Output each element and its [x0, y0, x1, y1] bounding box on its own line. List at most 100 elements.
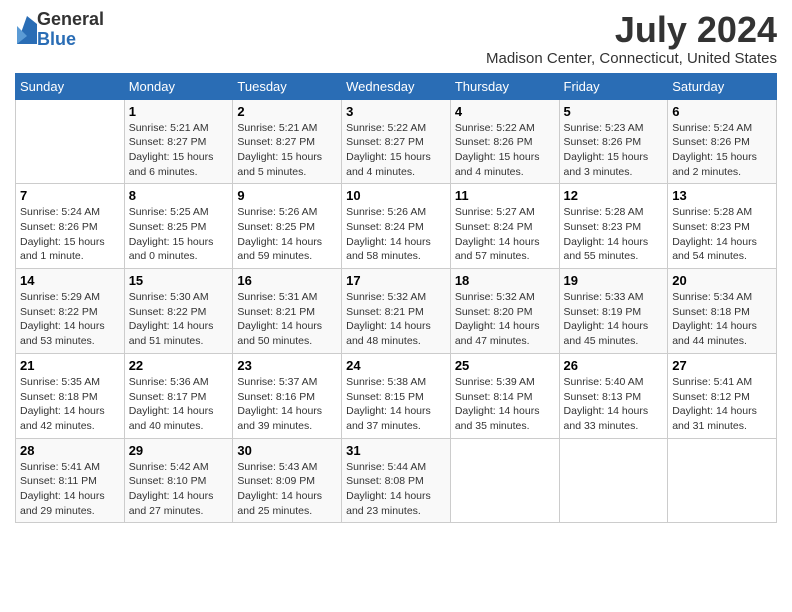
header-cell-sunday: Sunday — [16, 73, 125, 99]
cell-info: Sunrise: 5:35 AM Sunset: 8:18 PM Dayligh… — [20, 375, 120, 434]
day-number: 18 — [455, 273, 555, 288]
calendar-cell: 11Sunrise: 5:27 AM Sunset: 8:24 PM Dayli… — [450, 184, 559, 269]
header-cell-tuesday: Tuesday — [233, 73, 342, 99]
cell-info: Sunrise: 5:24 AM Sunset: 8:26 PM Dayligh… — [672, 121, 772, 180]
day-number: 23 — [237, 358, 337, 373]
calendar-row: 1Sunrise: 5:21 AM Sunset: 8:27 PM Daylig… — [16, 99, 777, 184]
header-cell-wednesday: Wednesday — [342, 73, 451, 99]
calendar-cell: 25 Sunrise: 5:39 AM Sunset: 8:14 PM Dayli… — [450, 353, 559, 438]
cell-info: Sunrise: 5:24 AM Sunset: 8:26 PM Dayligh… — [20, 205, 120, 264]
calendar-cell — [450, 438, 559, 523]
cell-info: Sunrise: 5:28 AM Sunset: 8:23 PM Dayligh… — [564, 205, 664, 264]
cell-info: Sunrise: 5:41 AM Sunset: 8:12 PM Dayligh… — [672, 375, 772, 434]
cell-info: Sunrise: 5:33 AM Sunset: 8:19 PM Dayligh… — [564, 290, 664, 349]
cell-info: Sunrise: 5:34 AM Sunset: 8:18 PM Dayligh… — [672, 290, 772, 349]
day-number: 25 — [455, 358, 555, 373]
calendar-cell: 30 Sunrise: 5:43 AM Sunset: 8:09 PM Dayli… — [233, 438, 342, 523]
main-title: July 2024 — [486, 10, 777, 50]
cell-info: Sunrise: 5:22 AM Sunset: 8:27 PM Dayligh… — [346, 121, 446, 180]
day-number: 13 — [672, 188, 772, 203]
calendar-cell — [559, 438, 668, 523]
day-number: 19 — [564, 273, 664, 288]
header-row: SundayMondayTuesdayWednesdayThursdayFrid… — [16, 73, 777, 99]
day-number: 12 — [564, 188, 664, 203]
cell-info: Sunrise: 5:31 AM Sunset: 8:21 PM Dayligh… — [237, 290, 337, 349]
cell-info: Sunrise: 5:37 AM Sunset: 8:16 PM Dayligh… — [237, 375, 337, 434]
calendar-cell: 29 Sunrise: 5:42 AM Sunset: 8:10 PM Dayli… — [124, 438, 233, 523]
day-number: 28 — [20, 443, 120, 458]
day-number: 17 — [346, 273, 446, 288]
day-number: 21 — [20, 358, 120, 373]
cell-info: Sunrise: 5:30 AM Sunset: 8:22 PM Dayligh… — [129, 290, 229, 349]
cell-info: Sunrise: 5:28 AM Sunset: 8:23 PM Dayligh… — [672, 205, 772, 264]
calendar-cell: 8 Sunrise: 5:25 AM Sunset: 8:25 PM Daylig… — [124, 184, 233, 269]
cell-info: Sunrise: 5:27 AM Sunset: 8:24 PM Dayligh… — [455, 205, 555, 264]
header: General Blue July 2024 Madison Center, C… — [15, 10, 777, 67]
day-number: 5 — [564, 104, 664, 119]
day-number: 14 — [20, 273, 120, 288]
cell-info: Sunrise: 5:38 AM Sunset: 8:15 PM Dayligh… — [346, 375, 446, 434]
day-number: 31 — [346, 443, 446, 458]
calendar-cell: 2Sunrise: 5:21 AM Sunset: 8:27 PM Daylig… — [233, 99, 342, 184]
calendar-cell: 10 Sunrise: 5:26 AM Sunset: 8:24 PM Dayli… — [342, 184, 451, 269]
calendar-table: SundayMondayTuesdayWednesdayThursdayFrid… — [15, 73, 777, 524]
title-area: July 2024 Madison Center, Connecticut, U… — [486, 10, 777, 67]
calendar-cell: 9 Sunrise: 5:26 AM Sunset: 8:25 PM Daylig… — [233, 184, 342, 269]
calendar-cell: 5Sunrise: 5:23 AM Sunset: 8:26 PM Daylig… — [559, 99, 668, 184]
calendar-row: 14Sunrise: 5:29 AM Sunset: 8:22 PM Dayli… — [16, 269, 777, 354]
day-number: 30 — [237, 443, 337, 458]
day-number: 29 — [129, 443, 229, 458]
calendar-cell: 13 Sunrise: 5:28 AM Sunset: 8:23 PM Dayli… — [668, 184, 777, 269]
cell-info: Sunrise: 5:26 AM Sunset: 8:24 PM Dayligh… — [346, 205, 446, 264]
subtitle: Madison Center, Connecticut, United Stat… — [486, 50, 777, 67]
day-number: 26 — [564, 358, 664, 373]
calendar-cell: 7 Sunrise: 5:24 AM Sunset: 8:26 PM Daylig… — [16, 184, 125, 269]
day-number: 2 — [237, 104, 337, 119]
calendar-cell: 24Sunrise: 5:38 AM Sunset: 8:15 PM Dayli… — [342, 353, 451, 438]
cell-info: Sunrise: 5:42 AM Sunset: 8:10 PM Dayligh… — [129, 460, 229, 519]
logo-text: General Blue — [37, 10, 104, 50]
day-number: 3 — [346, 104, 446, 119]
calendar-row: 21 Sunrise: 5:35 AM Sunset: 8:18 PM Dayli… — [16, 353, 777, 438]
calendar-cell: 16 Sunrise: 5:31 AM Sunset: 8:21 PM Dayli… — [233, 269, 342, 354]
cell-info: Sunrise: 5:44 AM Sunset: 8:08 PM Dayligh… — [346, 460, 446, 519]
cell-info: Sunrise: 5:40 AM Sunset: 8:13 PM Dayligh… — [564, 375, 664, 434]
day-number: 10 — [346, 188, 446, 203]
calendar-cell: 12 Sunrise: 5:28 AM Sunset: 8:23 PM Dayli… — [559, 184, 668, 269]
calendar-cell: 26 Sunrise: 5:40 AM Sunset: 8:13 PM Dayli… — [559, 353, 668, 438]
cell-info: Sunrise: 5:26 AM Sunset: 8:25 PM Dayligh… — [237, 205, 337, 264]
logo-blue: Blue — [37, 30, 104, 50]
calendar-cell: 15 Sunrise: 5:30 AM Sunset: 8:22 PM Dayli… — [124, 269, 233, 354]
calendar-cell: 28Sunrise: 5:41 AM Sunset: 8:11 PM Dayli… — [16, 438, 125, 523]
calendar-cell: 23 Sunrise: 5:37 AM Sunset: 8:16 PM Dayli… — [233, 353, 342, 438]
cell-info: Sunrise: 5:43 AM Sunset: 8:09 PM Dayligh… — [237, 460, 337, 519]
calendar-cell: 31 Sunrise: 5:44 AM Sunset: 8:08 PM Dayli… — [342, 438, 451, 523]
calendar-cell — [668, 438, 777, 523]
day-number: 8 — [129, 188, 229, 203]
calendar-row: 7 Sunrise: 5:24 AM Sunset: 8:26 PM Daylig… — [16, 184, 777, 269]
day-number: 15 — [129, 273, 229, 288]
day-number: 16 — [237, 273, 337, 288]
calendar-cell: 27Sunrise: 5:41 AM Sunset: 8:12 PM Dayli… — [668, 353, 777, 438]
calendar-cell — [16, 99, 125, 184]
calendar-cell: 22Sunrise: 5:36 AM Sunset: 8:17 PM Dayli… — [124, 353, 233, 438]
calendar-cell: 14Sunrise: 5:29 AM Sunset: 8:22 PM Dayli… — [16, 269, 125, 354]
calendar-cell: 20Sunrise: 5:34 AM Sunset: 8:18 PM Dayli… — [668, 269, 777, 354]
page-container: General Blue July 2024 Madison Center, C… — [0, 0, 792, 533]
cell-info: Sunrise: 5:39 AM Sunset: 8:14 PM Dayligh… — [455, 375, 555, 434]
cell-info: Sunrise: 5:25 AM Sunset: 8:25 PM Dayligh… — [129, 205, 229, 264]
calendar-cell: 4Sunrise: 5:22 AM Sunset: 8:26 PM Daylig… — [450, 99, 559, 184]
calendar-body: 1Sunrise: 5:21 AM Sunset: 8:27 PM Daylig… — [16, 99, 777, 523]
calendar-cell: 18 Sunrise: 5:32 AM Sunset: 8:20 PM Dayli… — [450, 269, 559, 354]
logo-general: General — [37, 10, 104, 30]
header-cell-thursday: Thursday — [450, 73, 559, 99]
cell-info: Sunrise: 5:32 AM Sunset: 8:21 PM Dayligh… — [346, 290, 446, 349]
cell-info: Sunrise: 5:32 AM Sunset: 8:20 PM Dayligh… — [455, 290, 555, 349]
day-number: 9 — [237, 188, 337, 203]
day-number: 6 — [672, 104, 772, 119]
calendar-cell: 1Sunrise: 5:21 AM Sunset: 8:27 PM Daylig… — [124, 99, 233, 184]
header-cell-monday: Monday — [124, 73, 233, 99]
day-number: 7 — [20, 188, 120, 203]
logo-icon — [17, 16, 37, 44]
calendar-cell: 21 Sunrise: 5:35 AM Sunset: 8:18 PM Dayli… — [16, 353, 125, 438]
